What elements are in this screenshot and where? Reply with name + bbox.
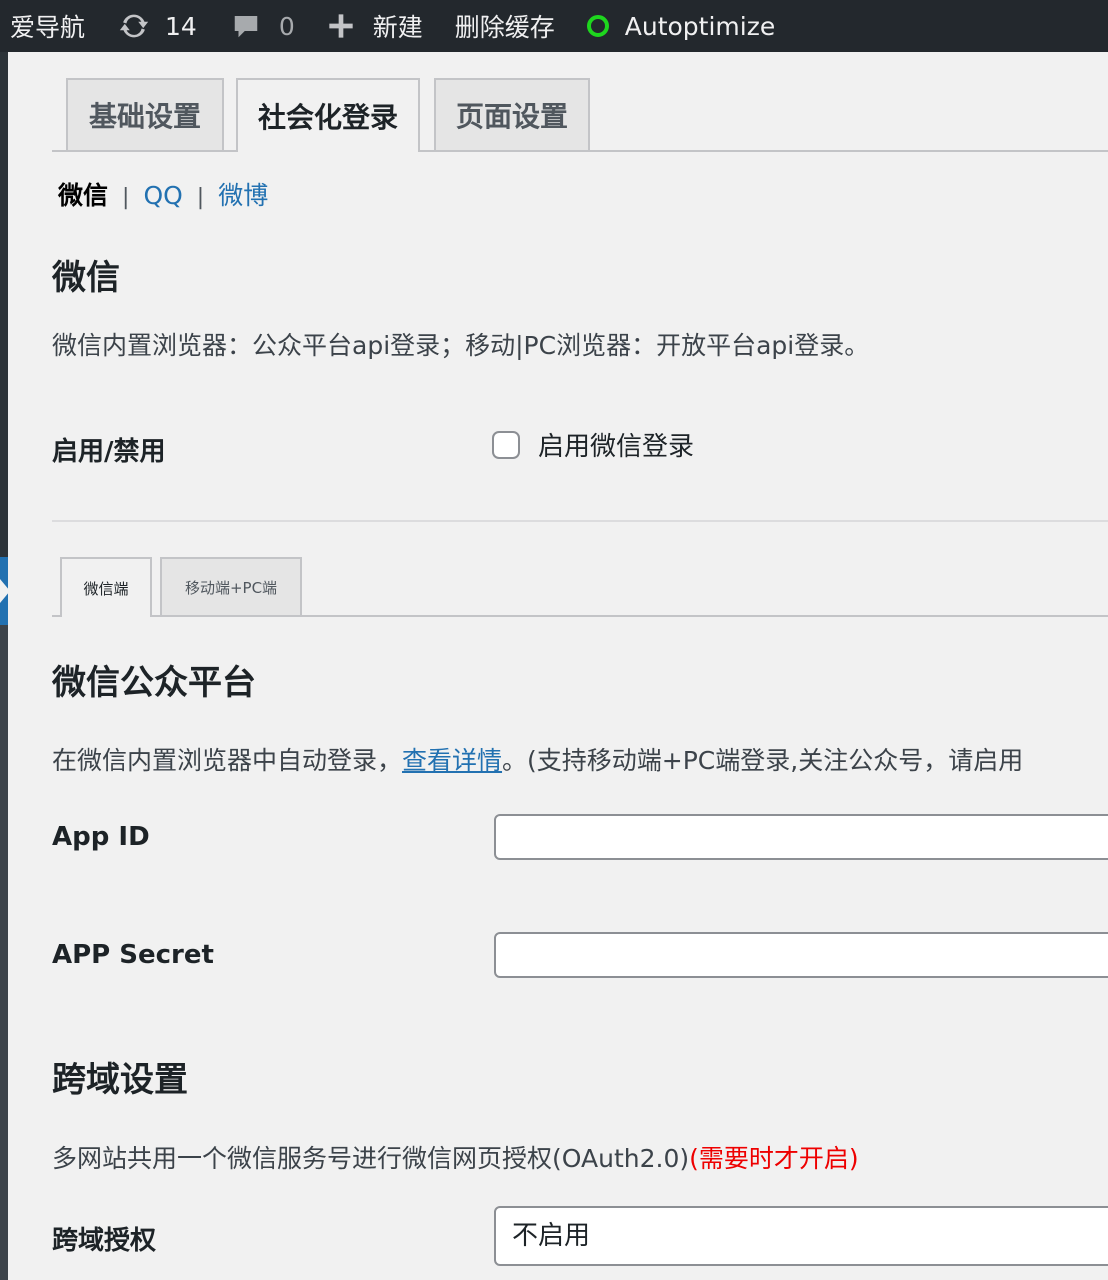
new-content-link[interactable]: 新建 xyxy=(327,0,423,52)
section-heading-wechat: 微信 xyxy=(52,258,120,298)
wechat-description: 微信内置浏览器：公众平台api登录；移动|PC浏览器：开放平台api登录。 xyxy=(52,331,870,360)
comments-link[interactable]: 0 xyxy=(231,0,295,52)
comments-count: 0 xyxy=(278,11,295,41)
app-id-input[interactable] xyxy=(494,814,1108,860)
updates-link[interactable]: 14 xyxy=(117,0,197,52)
section-heading-cross-domain: 跨域设置 xyxy=(52,1060,188,1100)
admin-bar: 爱导航 14 0 新建 删除缓存 Autoptimize xyxy=(0,0,1108,52)
site-name: 爱导航 xyxy=(10,13,86,42)
purge-cache-link[interactable]: 删除缓存 xyxy=(455,0,555,52)
autoptimize-label: Autoptimize xyxy=(624,11,776,41)
purge-cache-label: 删除缓存 xyxy=(454,13,555,42)
cross-domain-auth-select[interactable]: 不启用 xyxy=(494,1206,1108,1266)
subnav-weibo[interactable]: 微博 xyxy=(218,181,268,210)
section-heading-wechat-mp: 微信公众平台 xyxy=(52,663,256,703)
enable-wechat-checkbox[interactable] xyxy=(492,430,520,459)
wechat-platform-tabs: 微信端 移动端+PC端 xyxy=(52,557,1108,617)
tab-social-login[interactable]: 社会化登录 xyxy=(236,78,420,152)
comment-bubble-icon xyxy=(234,16,258,38)
refresh-icon xyxy=(119,14,149,38)
divider xyxy=(52,520,1108,522)
admin-menu-lower xyxy=(0,622,8,1280)
tab-wechat-client[interactable]: 微信端 xyxy=(60,557,152,617)
tab-mobile-pc[interactable]: 移动端+PC端 xyxy=(160,557,302,615)
subnav-wechat[interactable]: 微信 xyxy=(58,181,108,210)
updates-count: 14 xyxy=(165,11,197,41)
cross-domain-desc-text: 多网站共用一个微信服务号进行微信网页授权(OAuth2.0) xyxy=(52,1144,690,1173)
enable-wechat-checkbox-label: 启用微信登录 xyxy=(538,432,695,462)
mp-desc-text-after: 。(支持移动端+PC端登录,关注公众号，请启用 xyxy=(502,746,1024,775)
autoptimize-link[interactable]: Autoptimize xyxy=(586,0,776,52)
subnav-qq[interactable]: QQ xyxy=(143,181,182,210)
subnav-separator: | xyxy=(196,185,205,210)
enable-label: 启用/禁用 xyxy=(52,437,166,467)
cross-domain-note: (需要时才开启) xyxy=(689,1144,859,1173)
tab-page-settings[interactable]: 页面设置 xyxy=(434,78,590,150)
social-sub-nav: 微信 | QQ | 微博 xyxy=(58,176,268,212)
app-secret-input[interactable] xyxy=(494,932,1108,978)
app-id-label: App ID xyxy=(52,822,150,852)
settings-tabs: 基础设置 社会化登录 页面设置 xyxy=(52,78,1108,152)
enable-wechat-login[interactable]: 启用微信登录 xyxy=(492,426,694,463)
current-menu-arrow xyxy=(0,579,10,603)
view-details-link[interactable]: 查看详情 xyxy=(402,746,502,775)
subnav-separator: | xyxy=(122,185,130,210)
site-name-link[interactable]: 爱导航 xyxy=(10,0,85,52)
cross-domain-auth-label: 跨域授权 xyxy=(52,1226,157,1256)
plus-icon xyxy=(329,14,353,38)
mp-desc-text: 在微信内置浏览器中自动登录， xyxy=(52,746,403,775)
status-circle-icon xyxy=(586,15,609,37)
new-label: 新建 xyxy=(372,13,423,42)
wechat-mp-description: 在微信内置浏览器中自动登录，查看详情。(支持移动端+PC端登录,关注公众号，请启… xyxy=(52,741,1023,777)
tab-basic-settings[interactable]: 基础设置 xyxy=(66,78,224,150)
app-secret-label: APP Secret xyxy=(52,940,214,970)
admin-side-menu xyxy=(0,52,10,1280)
cross-domain-description: 多网站共用一个微信服务号进行微信网页授权(OAuth2.0)(需要时才开启) xyxy=(52,1139,859,1175)
